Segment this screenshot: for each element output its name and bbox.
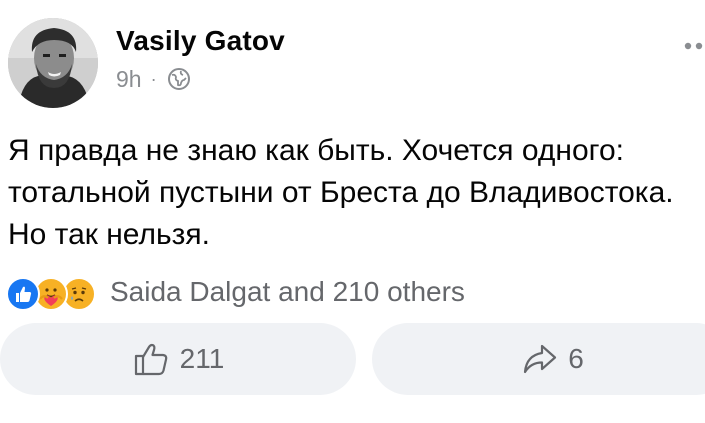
globe-icon — [167, 67, 191, 91]
author-name[interactable]: Vasily Gatov — [116, 25, 285, 57]
share-arrow-icon — [524, 344, 557, 374]
like-button[interactable]: 211 — [0, 323, 356, 395]
post-card: Vasily Gatov 9h · Я правда не знаю как б… — [0, 0, 705, 423]
avatar-photo — [8, 18, 98, 108]
author-avatar[interactable] — [8, 18, 98, 108]
reactions-summary-text[interactable]: Saida Dalgat and 210 others — [110, 276, 465, 308]
like-count: 211 — [179, 343, 225, 374]
meta-separator: · — [150, 68, 157, 89]
reaction-icons — [6, 274, 106, 311]
more-options-icon[interactable] — [682, 38, 705, 54]
like-reaction-icon — [6, 277, 40, 311]
reactions-summary[interactable]: Saida Dalgat and 210 others — [6, 274, 465, 311]
post-body-text: Я правда не знаю как быть. Хочется одног… — [8, 134, 674, 251]
share-count: 6 — [568, 343, 584, 374]
post-meta: 9h · — [116, 64, 191, 94]
thumbs-up-icon — [134, 343, 167, 376]
share-button[interactable]: 6 — [372, 323, 705, 395]
post-time[interactable]: 9h — [116, 66, 142, 93]
